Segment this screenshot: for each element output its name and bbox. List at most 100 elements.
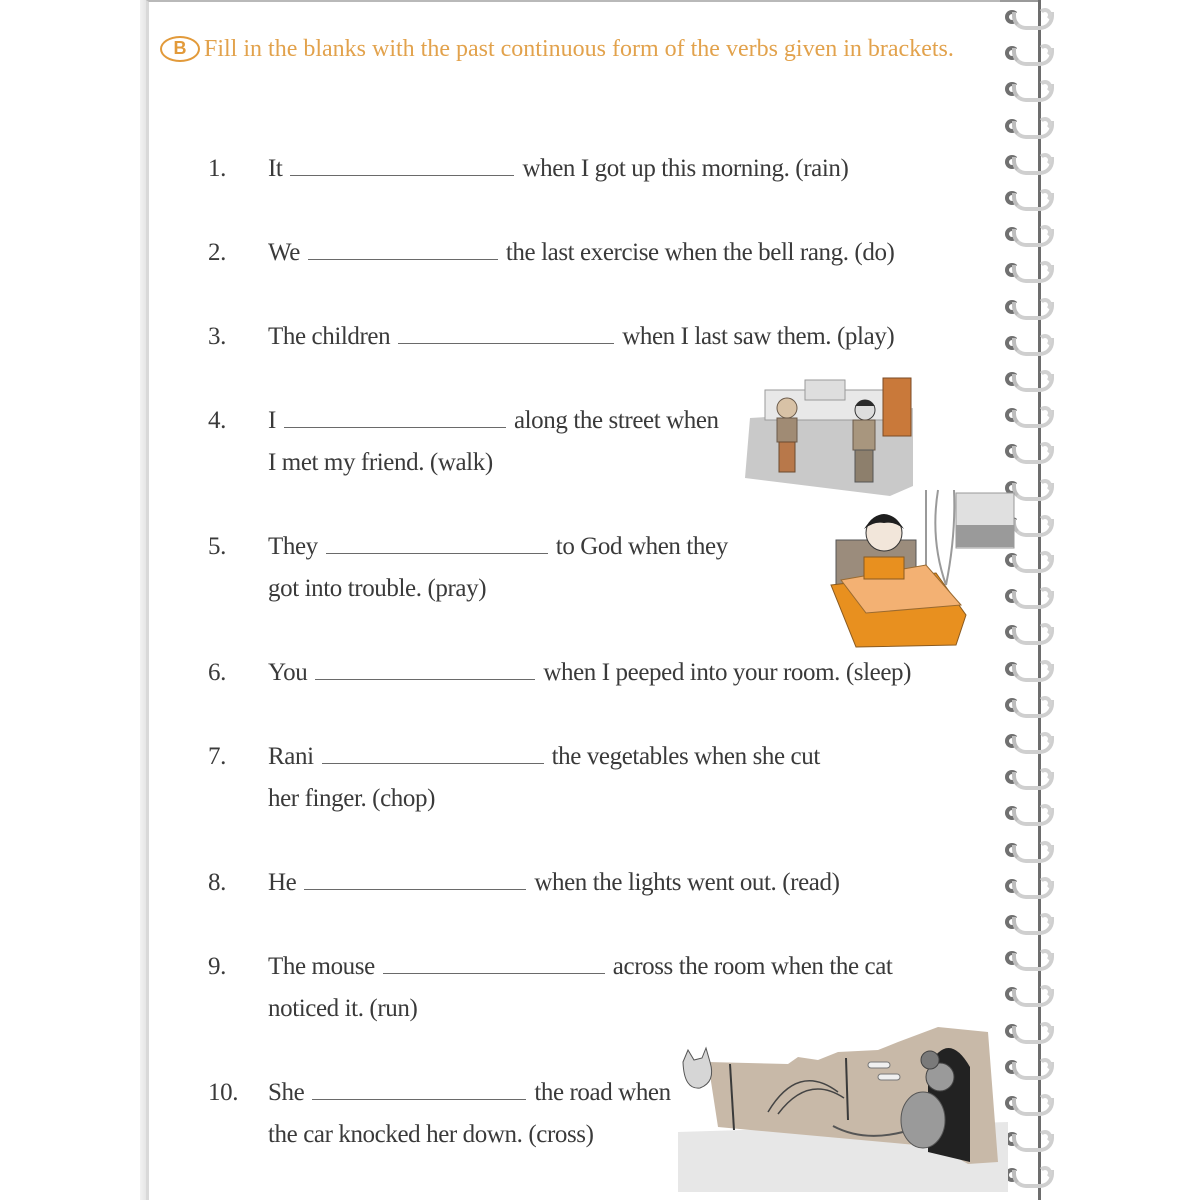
ring-loop-top (1038, 116, 1052, 131)
answer-blank[interactable] (315, 661, 536, 680)
ring-loop-top (1038, 297, 1052, 312)
question-text-after: when I peeped into your room. (sleep) (543, 659, 912, 686)
ring-loop-top (1038, 333, 1052, 348)
question-number: 3. (208, 323, 226, 350)
boy-right-body (852, 419, 876, 451)
question-number: 7. (208, 743, 226, 770)
boys-meeting-on-street-illustration (745, 377, 913, 496)
question-text-before: Rani (268, 743, 314, 770)
question-text-before: We (268, 239, 300, 266)
question-text-before: I (268, 407, 276, 434)
building (804, 379, 846, 401)
binding-ring (1000, 802, 1070, 832)
binding-ring (1000, 368, 1070, 398)
answer-blank[interactable] (321, 745, 544, 764)
boy-left-body (776, 417, 798, 443)
brick (877, 1073, 901, 1081)
ring-loop-top (1038, 876, 1052, 891)
question-number: 6. (208, 659, 226, 686)
ring-loop-top (1038, 1057, 1052, 1072)
answer-blank[interactable] (290, 157, 515, 176)
ring-loop-top (1038, 478, 1052, 493)
binding-ring (1000, 658, 1070, 688)
question-number: 2. (208, 239, 226, 266)
answer-blank[interactable] (304, 871, 527, 890)
question-text-before: She (268, 1079, 305, 1106)
answer-blank[interactable] (382, 955, 605, 974)
ring-loop-top (1038, 695, 1052, 710)
binding-ring (1000, 1020, 1070, 1050)
boy-left-head (776, 397, 798, 419)
instruction-text: Fill in the blanks with the past continu… (204, 36, 954, 62)
ring-loop-top (1038, 840, 1052, 855)
question-text-after: the road when (534, 1079, 671, 1106)
binding-ring (1000, 1092, 1070, 1122)
binding-ring (1000, 78, 1070, 108)
binding-ring (1000, 187, 1070, 217)
boy-sleeping-in-bed-illustration (830, 489, 1015, 648)
question-text-before: They (268, 533, 318, 560)
binding-ring (1000, 1164, 1070, 1194)
question-text-before: It (268, 155, 283, 182)
question-text-continued: I met my friend. (walk) (268, 449, 493, 476)
question-text-after: across the room when the cat (612, 953, 893, 980)
binding-ring (1000, 839, 1070, 869)
question-number: 10. (208, 1079, 239, 1106)
answer-blank[interactable] (307, 241, 498, 260)
question-text-after: the vegetables when she cut (551, 743, 821, 770)
binding-ring (1000, 332, 1070, 362)
mouse-running-to-hole-illustration (678, 1027, 1008, 1192)
ring-loop-top (1038, 514, 1052, 529)
question-text-before: He (268, 869, 297, 896)
question-number: 1. (208, 155, 226, 182)
boy-shirt (863, 556, 905, 580)
binding-ring (1000, 404, 1070, 434)
question-number: 9. (208, 953, 226, 980)
question-text-continued: her finger. (chop) (268, 785, 436, 812)
answer-blank[interactable] (325, 535, 548, 554)
boy-left-legs (778, 441, 796, 473)
binding-ring (1000, 259, 1070, 289)
window-landscape (956, 525, 1014, 547)
brick (867, 1061, 891, 1069)
binding-ring (1000, 1128, 1070, 1158)
binding-ring (1000, 151, 1070, 181)
cat-head (682, 1046, 713, 1089)
binding-ring (1000, 947, 1070, 977)
question-text-after: when I last saw them. (play) (622, 323, 895, 350)
question-text-before: You (268, 659, 308, 686)
question-text-continued: got into trouble. (pray) (268, 575, 487, 602)
ring-loop-top (1038, 152, 1052, 167)
question-text-after: when I got up this morning. (rain) (522, 155, 849, 182)
binding-ring (1000, 115, 1070, 145)
binding-ring (1000, 42, 1070, 72)
binding-ring (1000, 223, 1070, 253)
ring-loop-top (1038, 1021, 1052, 1036)
mouse-body (900, 1091, 946, 1149)
question-number: 4. (208, 407, 226, 434)
question-text-before: The mouse (268, 953, 375, 980)
answer-blank[interactable] (398, 325, 615, 344)
question-text-after: the last exercise when the bell rang. (d… (505, 239, 895, 266)
binding-ring (1000, 983, 1070, 1013)
binding-ring (1000, 730, 1070, 760)
binding-ring (1000, 440, 1070, 470)
question-number: 8. (208, 869, 226, 896)
ring-loop-top (1038, 370, 1052, 384)
ring-loop-top (1038, 732, 1052, 746)
binding-ring (1000, 911, 1070, 941)
binding-ring (1000, 6, 1070, 36)
boy-right-legs (854, 449, 874, 483)
ring-loop-top (1038, 1094, 1052, 1108)
ring-loop-top (1038, 8, 1052, 22)
answer-blank[interactable] (283, 409, 506, 428)
mouse-ear (920, 1050, 940, 1070)
ring-loop-top (1038, 659, 1052, 674)
answer-blank[interactable] (312, 1081, 527, 1100)
section-badge: B (160, 36, 200, 62)
question-number: 5. (208, 533, 226, 560)
question-text-after: when the lights went out. (read) (534, 869, 840, 896)
question-text-continued: noticed it. (run) (268, 995, 418, 1022)
ring-loop-top (1038, 551, 1052, 565)
ring-loop-top (1038, 913, 1052, 927)
